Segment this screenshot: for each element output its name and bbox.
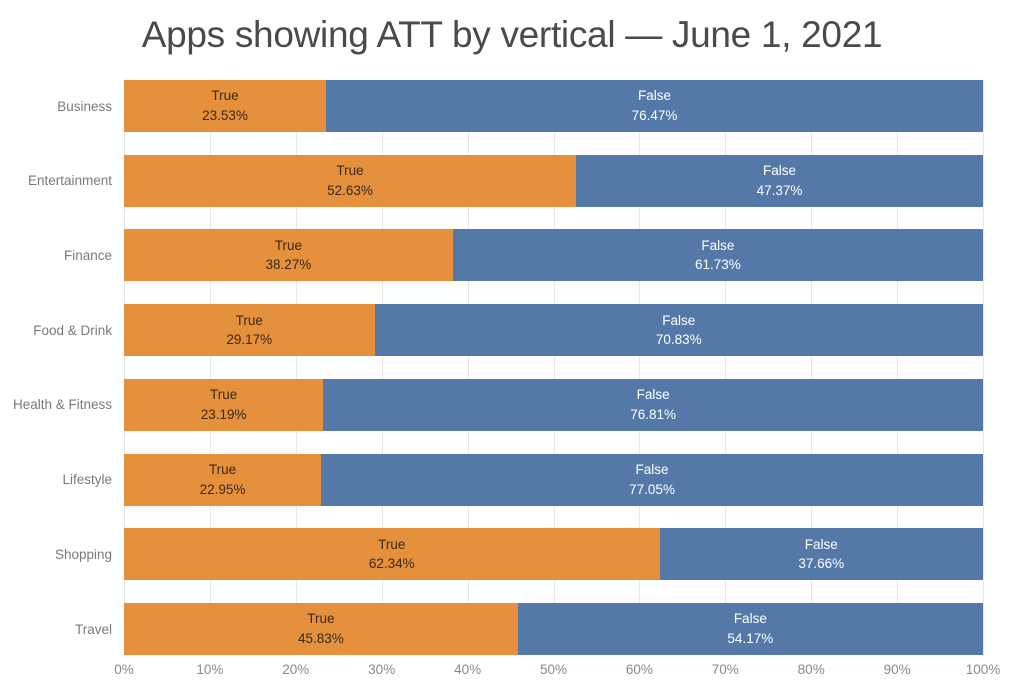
bar-segment-true-label: True <box>307 611 335 627</box>
bar-segment-false[interactable]: False 76.81% <box>323 378 983 431</box>
y-axis-label-text: Food & Drink <box>33 322 112 338</box>
bar-segment-true-value: 62.34% <box>368 556 415 572</box>
bar-segment-true-label: True <box>274 237 302 253</box>
x-axis-tick: 40% <box>454 662 482 677</box>
bar-segment-true[interactable]: True 29.17% <box>124 304 375 357</box>
bar-segment-false-label: False <box>636 387 670 403</box>
bar-segment-true-value: 22.95% <box>199 481 246 497</box>
bar-segment-true-label: True <box>211 88 239 104</box>
bar-segment-false[interactable]: False 54.17% <box>517 603 983 655</box>
bar-row: True 22.95% False 77.05% <box>124 453 983 506</box>
y-axis-label-text: Shopping <box>54 546 112 562</box>
bar-row: True 23.53% False 76.47% <box>124 80 983 132</box>
y-axis-label-text: Business <box>57 98 112 114</box>
y-axis-category-labels: Business Entertainment Finance Food & Drink… <box>0 80 112 655</box>
bar-segment-false[interactable]: False 61.73% <box>452 229 983 282</box>
bar-segment-true-label: True <box>336 163 364 179</box>
bar-segment-true-value: 38.27% <box>265 257 312 273</box>
x-axis-tick-labels: 0% 10% 20% 30% 40% 50% 60% 70% 80% 90% 100% <box>114 658 1000 686</box>
bar-segment-false-value: 76.81% <box>630 406 676 422</box>
bar-segment-false-value: 54.17% <box>727 631 774 646</box>
bar-row: True 23.19% False 76.81% <box>124 378 983 431</box>
bar-segment-true-value: 52.63% <box>327 182 373 198</box>
y-axis-label-text: Health & Fitness <box>12 397 112 413</box>
x-axis-tick: 80% <box>797 662 825 677</box>
x-axis-tick: 90% <box>883 662 911 677</box>
y-axis-label-text: Entertainment <box>27 173 112 189</box>
bar-segment-false[interactable]: False 37.66% <box>659 528 983 581</box>
x-axis-tick: 10% <box>196 662 224 677</box>
y-axis-label-text: Lifestyle <box>62 472 112 488</box>
bar-segment-false-value: 37.66% <box>798 556 845 572</box>
bar-segment-true-label: True <box>235 312 263 328</box>
y-axis-label: Travel <box>0 603 112 655</box>
bar-segment-false-label: False <box>662 312 696 328</box>
bar-segment-true[interactable]: True 45.83% <box>124 603 518 655</box>
bar-segment-false-label: False <box>804 536 838 552</box>
bar-segment-false-value: 77.05% <box>629 481 675 497</box>
y-axis-label: Lifestyle <box>0 454 112 506</box>
y-axis-label: Finance <box>0 229 112 281</box>
bar-segment-true-value: 23.19% <box>200 406 247 422</box>
bar-row: True 38.27% False 61.73% <box>124 229 983 282</box>
bar-segment-false-label: False <box>701 237 735 253</box>
bar-row: True 62.34% False 37.66% <box>124 528 983 581</box>
x-axis-tick: 100% <box>965 662 1001 677</box>
x-axis-tick: 70% <box>711 662 739 677</box>
bar-segment-true-label: True <box>378 536 406 552</box>
bar-segment-true-label: True <box>209 387 238 403</box>
bar-segment-true[interactable]: True 52.63% <box>124 154 577 207</box>
bar-segment-false[interactable]: False 77.05% <box>321 453 983 506</box>
bar-segment-false[interactable]: False 47.37% <box>576 154 983 207</box>
bar-row: True 52.63% False 47.37% <box>124 154 983 207</box>
bar-segment-true[interactable]: True 38.27% <box>124 229 453 282</box>
x-axis-tick: 30% <box>368 662 396 677</box>
y-axis-label: Business <box>0 80 112 132</box>
bar-segment-true[interactable]: True 22.95% <box>124 453 322 506</box>
y-axis-label-text: Finance <box>63 247 112 263</box>
y-axis-label: Shopping <box>0 528 112 580</box>
bar-segment-true-value: 29.17% <box>226 332 273 348</box>
bar-segment-true-label: True <box>208 462 237 477</box>
x-axis-tick: 50% <box>539 662 568 677</box>
bar-segment-true-value: 45.83% <box>297 631 344 646</box>
bar-segment-false-label: False <box>733 611 767 627</box>
chart-title: Apps showing ATT by vertical — June 1, 2… <box>141 14 883 55</box>
x-axis-tick: 20% <box>282 662 310 677</box>
x-axis-tick: 0% <box>114 662 134 677</box>
chart-container: Apps showing ATT by vertical — June 1, 2… <box>0 0 1024 694</box>
bar-row: True 29.17% False 70.83% <box>124 304 983 357</box>
bar-segment-false-value: 70.83% <box>655 332 702 348</box>
y-axis-label-text: Travel <box>74 621 112 637</box>
bar-segment-true[interactable]: True 23.53% <box>124 80 327 132</box>
bar-segment-false-label: False <box>763 163 797 179</box>
y-axis-label: Food & Drink <box>0 304 112 356</box>
bar-segment-true[interactable]: True 23.19% <box>124 378 324 431</box>
bar-segment-false-value: 47.37% <box>756 182 803 198</box>
x-axis-tick: 60% <box>625 662 653 677</box>
bar-row: True 45.83% False 54.17% <box>124 603 983 655</box>
bar-segment-true[interactable]: True 62.34% <box>124 528 660 581</box>
bar-rows: True 23.53% False 76.47% True 52.63% False 47.3… <box>124 80 983 655</box>
bar-segment-false[interactable]: False 70.83% <box>374 304 983 357</box>
bar-segment-false[interactable]: False 76.47% <box>326 80 983 132</box>
y-axis-label: Health & Fitness <box>0 379 112 431</box>
y-axis-label: Entertainment <box>0 155 112 207</box>
bar-segment-false-value: 76.47% <box>631 108 678 123</box>
bar-segment-false-value: 61.73% <box>694 257 741 273</box>
bar-segment-true-value: 23.53% <box>202 108 248 123</box>
gridline <box>983 80 984 655</box>
plot-area: True 23.53% False 76.47% True 52.63% False 47.3… <box>124 80 984 655</box>
bar-segment-false-label: False <box>638 88 672 104</box>
bar-segment-false-label: False <box>635 462 669 477</box>
